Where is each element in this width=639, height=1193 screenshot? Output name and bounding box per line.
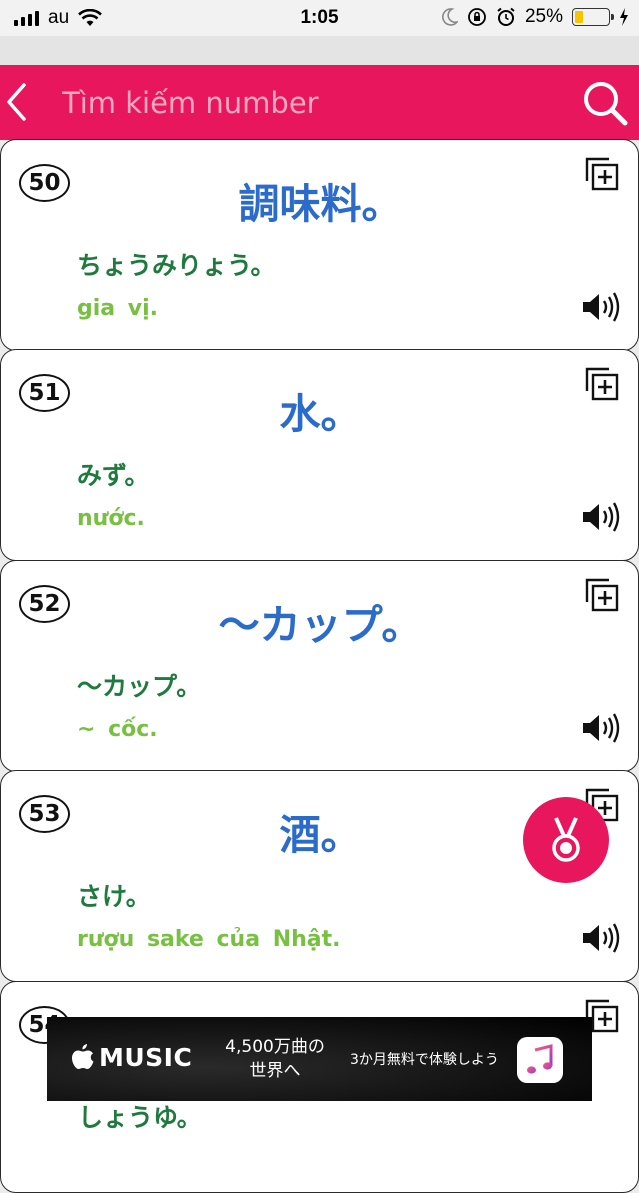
add-to-list-button[interactable] <box>582 154 622 194</box>
entry-meaning: nước. <box>77 506 145 531</box>
add-to-list-icon <box>585 157 619 190</box>
add-to-list-icon <box>585 578 619 611</box>
search-bar <box>0 65 639 140</box>
entry-kanji: 調味料。 <box>238 179 403 228</box>
add-to-list-icon <box>585 367 619 401</box>
entry-meaning: rượu sake của Nhật. <box>77 927 341 952</box>
ad-logo: MUSIC <box>71 1043 192 1072</box>
play-audio-button[interactable] <box>580 500 624 534</box>
back-button[interactable] <box>0 65 56 140</box>
ad-banner[interactable]: MUSIC 4,500万曲の 世界へ 3か月無料で体験しよう <box>47 1017 592 1101</box>
play-audio-button[interactable] <box>580 921 624 955</box>
add-to-list-button[interactable] <box>582 575 622 615</box>
ad-brand: MUSIC <box>99 1043 193 1072</box>
alarm-icon <box>497 7 515 26</box>
status-bar: au 1:05 25% <box>0 0 639 36</box>
speaker-icon <box>583 923 620 953</box>
speaker-icon <box>583 291 620 322</box>
back-icon <box>7 83 26 121</box>
ad-line-2: 世界へ <box>249 1061 301 1081</box>
apple-logo-icon <box>72 1043 94 1069</box>
play-audio-button[interactable] <box>580 711 624 745</box>
vocab-card: 51 水。 みず。 nước. <box>0 349 639 561</box>
ad-line-1: 4,500万曲の <box>225 1037 325 1057</box>
entry-meaning: ~ cốc. <box>77 716 158 742</box>
entry-reading: ～カップ。 <box>77 671 202 701</box>
entry-kanji: ～カップ。 <box>218 600 423 649</box>
entry-reading: みず。 <box>77 461 150 490</box>
music-note-icon <box>527 1044 553 1074</box>
vocab-card: 52 ～カップ。 ～カップ。 ~ cốc. <box>0 559 639 772</box>
rotation-lock-icon <box>468 8 486 26</box>
charging-icon <box>620 8 628 26</box>
speaker-icon <box>583 502 620 532</box>
navbar-spacer <box>0 36 639 65</box>
search-button[interactable] <box>573 65 639 140</box>
entry-kanji: 水。 <box>279 390 362 438</box>
ad-cta: 3か月無料で体験しよう <box>350 1052 499 1068</box>
entry-meaning: gia vị. <box>77 295 159 321</box>
ad-headline: 4,500万曲の 世界へ <box>217 1035 333 1083</box>
vocab-card: 50 調味料。 ちょうみりょう。 gia vị. <box>0 138 639 351</box>
battery-icon <box>572 8 614 26</box>
medal-icon <box>552 817 580 862</box>
moon-icon <box>442 8 458 26</box>
battery-percent: 25% <box>524 6 563 27</box>
add-to-list-button[interactable] <box>582 364 622 404</box>
search-input[interactable] <box>62 79 562 127</box>
play-audio-button[interactable] <box>580 290 624 324</box>
search-icon <box>584 82 628 126</box>
status-right: 25% <box>442 6 629 28</box>
achievements-button[interactable] <box>523 797 609 883</box>
music-app-icon <box>517 1037 563 1083</box>
entry-reading: ちょうみりょう。 <box>77 250 276 280</box>
entry-reading-peek: しょうゆ。 <box>78 1103 202 1132</box>
speaker-icon <box>583 712 620 743</box>
entry-reading: さけ。 <box>77 882 151 911</box>
